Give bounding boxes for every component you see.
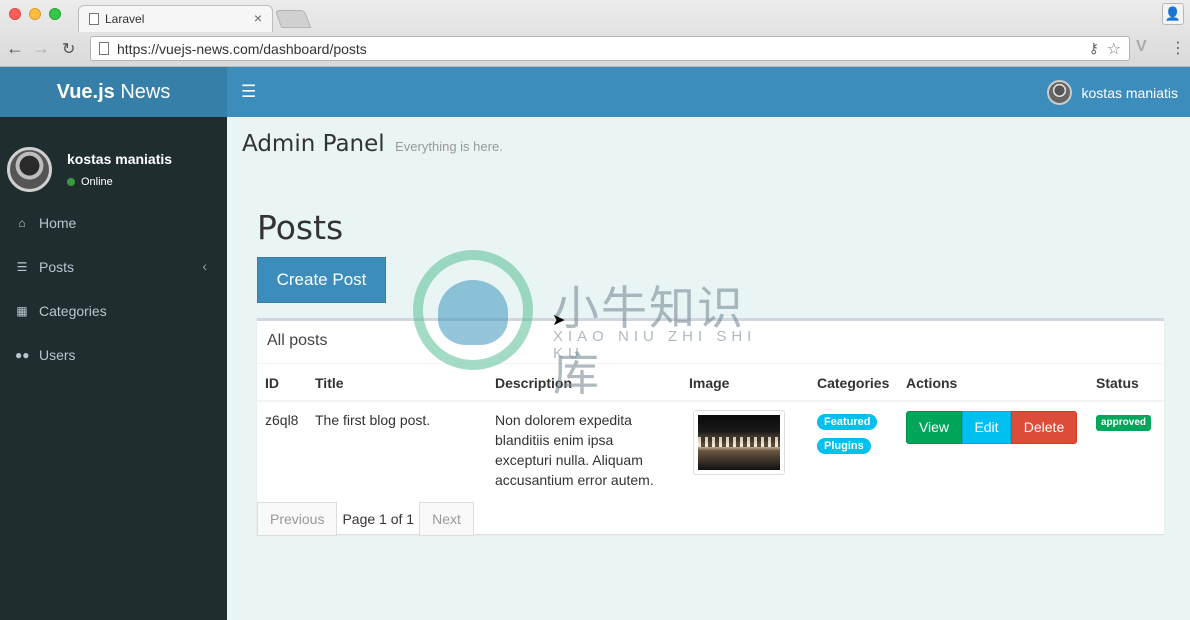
url-text[interactable]: https://vuejs-news.com/dashboard/posts bbox=[117, 41, 367, 57]
sidebar-item-label: Home bbox=[39, 215, 77, 231]
tab-title: Laravel bbox=[105, 12, 145, 26]
previous-page-button[interactable]: Previous bbox=[257, 502, 338, 536]
edit-button[interactable]: Edit bbox=[962, 411, 1011, 444]
posts-heading: Posts bbox=[257, 208, 344, 247]
avatar bbox=[1046, 80, 1072, 105]
post-categories: Featured Plugins bbox=[809, 401, 898, 498]
chevron-left-icon: ‹ bbox=[202, 258, 207, 274]
column-header-status: Status bbox=[1088, 365, 1164, 402]
user-status: Online bbox=[67, 176, 113, 188]
content-header: Admin Panel Everything is here. bbox=[242, 131, 503, 157]
online-dot-icon bbox=[67, 178, 75, 186]
home-icon: ⌂ bbox=[18, 216, 26, 230]
table-row: z6ql8 The first blog post. Non dolorem e… bbox=[257, 401, 1164, 498]
post-thumbnail bbox=[693, 410, 785, 475]
minimize-window-button[interactable] bbox=[29, 8, 41, 20]
page-subtitle: Everything is here. bbox=[395, 139, 503, 154]
sidebar-item-label: Categories bbox=[39, 303, 107, 319]
page-icon bbox=[89, 13, 99, 25]
post-actions: View Edit Delete bbox=[898, 401, 1088, 498]
sidebar-user-name: kostas maniatis bbox=[67, 151, 173, 167]
th-large-icon: ▦ bbox=[16, 304, 28, 318]
divider bbox=[257, 363, 1164, 364]
close-window-button[interactable] bbox=[9, 8, 21, 20]
user-status-label: Online bbox=[81, 176, 113, 188]
status-badge: approved bbox=[1096, 415, 1152, 431]
table-header-row: ID Title Description Image Categories Ac… bbox=[257, 365, 1164, 402]
column-header-image: Image bbox=[681, 365, 809, 402]
header-user-name: kostas maniatis bbox=[1081, 84, 1178, 101]
post-description: Non dolorem expedita blanditiis enim ips… bbox=[495, 412, 654, 488]
address-bar[interactable]: https://vuejs-news.com/dashboard/posts ⚷… bbox=[90, 36, 1130, 61]
tab-close-icon[interactable]: × bbox=[254, 10, 262, 26]
browser-tab[interactable]: Laravel × bbox=[78, 5, 273, 32]
reload-icon[interactable]: ↻ bbox=[62, 39, 75, 59]
page-title: Admin Panel bbox=[242, 131, 385, 157]
back-icon[interactable]: ← bbox=[6, 38, 24, 59]
bookmark-star-icon[interactable]: ☆ bbox=[1107, 39, 1121, 59]
list-icon: ☰ bbox=[16, 260, 28, 274]
box-title: All posts bbox=[267, 332, 328, 349]
logo-bold-text: Vue.js bbox=[56, 81, 115, 103]
page-info: Page 1 of 1 bbox=[342, 511, 415, 527]
post-image-cell bbox=[681, 401, 809, 498]
category-badge: Featured bbox=[817, 414, 878, 430]
column-header-categories: Categories bbox=[809, 365, 898, 402]
top-navbar: ☰ kostas maniatis bbox=[227, 67, 1190, 117]
page-icon bbox=[99, 42, 109, 55]
post-status: approved bbox=[1088, 401, 1164, 498]
logo-light-text: News bbox=[114, 81, 171, 103]
user-menu[interactable]: kostas maniatis bbox=[1046, 80, 1178, 105]
sidebar-item-users[interactable]: ●● Users bbox=[0, 336, 227, 376]
app-logo[interactable]: Vue.js News bbox=[0, 67, 227, 117]
posts-box: All posts ID Title Description Image Cat… bbox=[257, 318, 1164, 536]
column-header-description: Description bbox=[487, 365, 681, 402]
browser-chrome: Laravel × 👤 ← → ↻ https://vuejs-news.com… bbox=[0, 0, 1190, 67]
browser-menu-icon[interactable]: ⋮ bbox=[1170, 38, 1186, 58]
user-panel: kostas maniatis Online bbox=[7, 147, 222, 197]
delete-button[interactable]: Delete bbox=[1011, 411, 1077, 444]
pagination: Previous Page 1 of 1 Next bbox=[257, 502, 474, 536]
view-button[interactable]: View bbox=[906, 411, 962, 444]
window-controls bbox=[9, 8, 61, 20]
sidebar-item-label: Users bbox=[39, 347, 76, 363]
create-post-button[interactable]: Create Post bbox=[257, 257, 386, 303]
sidebar-toggle-icon[interactable]: ☰ bbox=[241, 82, 256, 102]
sidebar-item-label: Posts bbox=[39, 259, 75, 275]
column-header-actions: Actions bbox=[898, 365, 1088, 402]
column-header-id: ID bbox=[257, 365, 307, 402]
next-page-button[interactable]: Next bbox=[419, 502, 474, 536]
new-tab-button[interactable] bbox=[274, 10, 312, 28]
avatar bbox=[7, 147, 52, 192]
sidebar-item-categories[interactable]: ▦ Categories bbox=[0, 292, 227, 332]
action-button-group: View Edit Delete bbox=[906, 411, 1080, 444]
users-icon: ●● bbox=[15, 348, 30, 362]
maximize-window-button[interactable] bbox=[49, 8, 61, 20]
thumbnail-image bbox=[698, 415, 780, 470]
post-title: The first blog post. bbox=[315, 412, 431, 428]
forward-icon[interactable]: → bbox=[32, 38, 50, 59]
vue-extension-icon[interactable]: V bbox=[1136, 38, 1147, 56]
category-badge: Plugins bbox=[817, 438, 871, 454]
mouse-cursor-icon: ➤ bbox=[552, 312, 566, 329]
sidebar: kostas maniatis Online ⌂ Home ☰ Posts ‹ … bbox=[0, 117, 227, 620]
column-header-title: Title bbox=[307, 365, 487, 402]
posts-table: ID Title Description Image Categories Ac… bbox=[257, 365, 1164, 498]
post-id: z6ql8 bbox=[265, 412, 299, 428]
sidebar-item-posts[interactable]: ☰ Posts ‹ bbox=[0, 248, 227, 288]
key-icon[interactable]: ⚷ bbox=[1089, 40, 1099, 57]
profile-icon[interactable]: 👤 bbox=[1162, 3, 1184, 25]
sidebar-item-home[interactable]: ⌂ Home bbox=[0, 204, 227, 244]
